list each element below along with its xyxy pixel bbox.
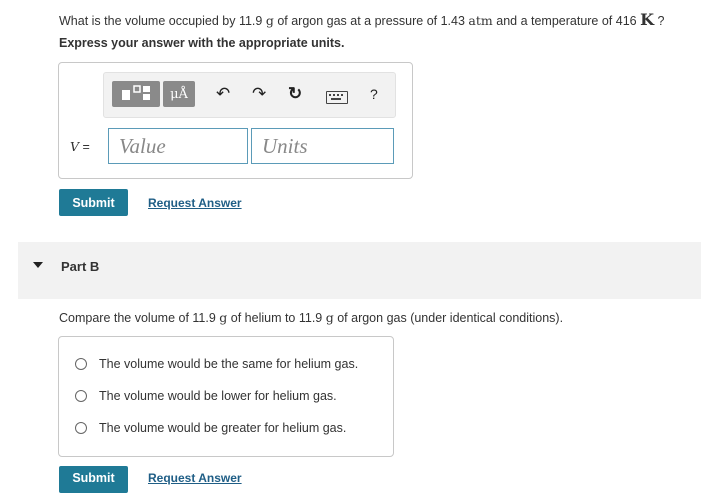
keyboard-icon[interactable] — [326, 91, 348, 104]
option-label: The volume would be lower for helium gas… — [99, 389, 337, 403]
variable-label: V = — [70, 139, 90, 154]
help-button[interactable]: ? — [370, 85, 378, 103]
options-box: The volume would be the same for helium … — [58, 336, 394, 457]
units-symbol: μÅ — [170, 86, 188, 102]
submit-button[interactable]: Submit — [59, 189, 128, 216]
compare-question: Compare the volume of 11.9 g of helium t… — [59, 310, 564, 325]
templates-icon — [122, 85, 150, 100]
part-b-title: Part B — [61, 259, 100, 274]
question-text: What is the volume occupied by 11.9 g of… — [59, 10, 665, 29]
option-lower[interactable]: The volume would be lower for helium gas… — [75, 389, 337, 403]
math-toolbar: μÅ ↶ ↷ ↻ ? — [103, 72, 396, 118]
value-input[interactable] — [109, 129, 247, 163]
submit-button-b[interactable]: Submit — [59, 466, 128, 493]
request-answer-link[interactable]: Request Answer — [148, 196, 242, 210]
templates-button[interactable] — [112, 81, 160, 107]
option-same[interactable]: The volume would be the same for helium … — [75, 357, 358, 371]
part-b-header[interactable] — [18, 242, 701, 299]
value-field[interactable] — [108, 128, 248, 164]
radio-button[interactable] — [75, 390, 87, 402]
undo-icon[interactable]: ↶ — [216, 85, 230, 103]
units-button[interactable]: μÅ — [163, 81, 195, 107]
instruction-text: Express your answer with the appropriate… — [59, 36, 345, 50]
radio-button[interactable] — [75, 358, 87, 370]
reset-icon[interactable]: ↻ — [288, 85, 302, 103]
option-label: The volume would be greater for helium g… — [99, 421, 347, 435]
request-answer-link-b[interactable]: Request Answer — [148, 471, 242, 485]
option-label: The volume would be the same for helium … — [99, 357, 359, 371]
collapse-caret-icon[interactable] — [33, 262, 43, 268]
radio-button[interactable] — [75, 422, 87, 434]
units-field[interactable] — [251, 128, 394, 164]
option-greater[interactable]: The volume would be greater for helium g… — [75, 421, 346, 435]
redo-icon[interactable]: ↷ — [252, 85, 266, 103]
units-input[interactable] — [252, 129, 393, 163]
